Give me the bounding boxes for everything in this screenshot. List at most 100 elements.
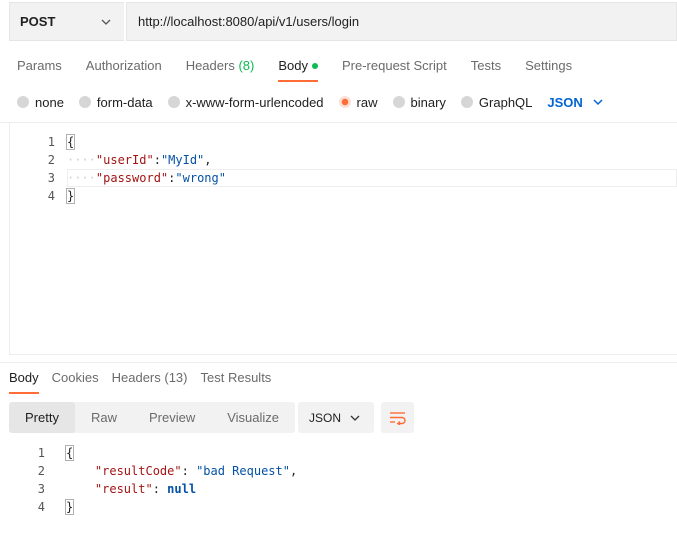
request-body-editor[interactable]: 1 2 3 4 { ····"userId":"MyId", ····"pass…	[9, 123, 677, 355]
close-brace: }	[64, 499, 75, 515]
radio-graphql[interactable]: GraphQL	[460, 93, 533, 111]
method-select[interactable]: POST	[9, 2, 124, 41]
colon: :	[181, 464, 197, 478]
json-key: "result"	[94, 482, 153, 496]
radio-circle-icon	[167, 96, 180, 108]
line-number: 2	[47, 153, 55, 167]
response-format-label: JSON	[309, 410, 342, 425]
url-text: http://localhost:8080/api/v1/users/login	[138, 14, 360, 29]
open-brace: {	[64, 445, 75, 461]
wrap-lines-button[interactable]	[381, 402, 414, 433]
code-line: }	[65, 187, 226, 205]
radio-label: raw	[356, 94, 378, 110]
indent-dots: ····	[67, 171, 96, 185]
colon: :	[153, 153, 161, 167]
radio-binary[interactable]: binary	[392, 93, 446, 111]
line-number: 3	[47, 171, 55, 185]
tab-tests[interactable]: Tests	[471, 56, 501, 82]
radio-none[interactable]: none	[17, 93, 64, 111]
chevron-down-icon	[593, 99, 603, 106]
radio-circle-icon	[460, 96, 473, 108]
body-language-select[interactable]: JSON	[547, 95, 603, 110]
json-value: "wrong"	[175, 171, 226, 185]
body-type-selector: none form-data x-www-form-urlencoded raw…	[17, 93, 604, 111]
radio-circle-icon	[17, 96, 29, 108]
radio-x-www-form-urlencoded[interactable]: x-www-form-urlencoded	[167, 93, 324, 111]
tab-label: Cookies	[51, 370, 99, 385]
line-number: 4	[37, 500, 45, 514]
json-key: "resultCode"	[94, 464, 182, 478]
radio-form-data[interactable]: form-data	[78, 93, 153, 111]
tab-label: Headers	[111, 370, 161, 385]
tab-headers[interactable]: Headers (8)	[186, 56, 255, 82]
view-visualize-button[interactable]: Visualize	[211, 402, 295, 433]
request-bar: POST http://localhost:8080/api/v1/users/…	[9, 2, 677, 41]
tab-settings[interactable]: Settings	[525, 56, 572, 82]
divider	[0, 362, 677, 363]
open-brace: {	[65, 134, 76, 150]
tab-label: Headers	[185, 58, 235, 73]
radio-label: none	[35, 94, 64, 110]
chevron-down-icon	[350, 415, 360, 421]
tab-label: Body	[278, 58, 308, 73]
json-value: "bad Request"	[196, 464, 290, 478]
response-tab-cookies[interactable]: Cookies	[52, 369, 99, 394]
line-number: 4	[47, 189, 55, 203]
tab-label: Test Results	[200, 370, 272, 385]
wrap-lines-icon	[389, 411, 406, 425]
indent-dots: ····	[67, 153, 96, 167]
line-number: 1	[47, 135, 55, 149]
json-key: "password"	[95, 171, 169, 185]
response-body[interactable]: { "resultCode": "bad Request", "result":…	[64, 444, 297, 516]
method-label: POST	[20, 14, 56, 29]
tab-body[interactable]: Body	[278, 56, 318, 82]
json-value: "MyId"	[160, 153, 205, 167]
response-tab-body[interactable]: Body	[9, 369, 39, 394]
code-line: ····"password":"wrong"	[67, 169, 226, 187]
response-headers-count: (13)	[164, 370, 188, 385]
code-line: {	[64, 444, 297, 462]
radio-circle-icon	[392, 96, 405, 108]
tab-label: Params	[17, 58, 62, 73]
code-line: ····"userId":"MyId",	[67, 151, 226, 169]
close-brace: }	[65, 188, 76, 204]
code-line: {	[65, 133, 226, 151]
radio-selected-icon	[338, 96, 351, 108]
modified-dot-icon	[311, 62, 318, 69]
response-line-gutter: 1 2 3 4	[9, 444, 45, 516]
response-format-select[interactable]: JSON	[298, 402, 374, 433]
radio-label: form-data	[96, 94, 153, 110]
url-input[interactable]: http://localhost:8080/api/v1/users/login	[126, 2, 677, 41]
tab-label: Authorization	[85, 58, 162, 73]
view-raw-button[interactable]: Raw	[75, 402, 133, 433]
code-line: "result": null	[66, 480, 297, 498]
view-mode-group: Pretty Raw Preview Visualize	[9, 402, 296, 433]
comma: ,	[289, 464, 298, 478]
view-pretty-button[interactable]: Pretty	[9, 402, 75, 433]
line-gutter: 1 2 3 4	[10, 133, 55, 205]
tab-label: Settings	[525, 58, 573, 73]
tab-pre-request-script[interactable]: Pre-request Script	[342, 56, 447, 82]
response-tab-test-results[interactable]: Test Results	[201, 369, 272, 394]
code-lines: { ····"userId":"MyId", ····"password":"w…	[65, 133, 226, 205]
request-tabs: Params Authorization Headers (8) Body Pr…	[17, 56, 596, 82]
line-number: 1	[37, 446, 45, 460]
code-line: }	[64, 498, 297, 516]
chevron-down-icon	[101, 19, 111, 25]
tab-authorization[interactable]: Authorization	[86, 56, 162, 82]
radio-label: binary	[410, 94, 446, 110]
line-number: 3	[37, 482, 45, 496]
tab-params[interactable]: Params	[17, 56, 62, 82]
colon: :	[152, 482, 168, 496]
radio-label: x-www-form-urlencoded	[185, 94, 324, 110]
response-tab-headers[interactable]: Headers (13)	[112, 369, 188, 394]
response-tabs: Body Cookies Headers (13) Test Results	[9, 369, 284, 394]
view-preview-button[interactable]: Preview	[133, 402, 211, 433]
radio-label: GraphQL	[478, 94, 533, 110]
body-language-label: JSON	[547, 94, 583, 110]
code-line: "resultCode": "bad Request",	[66, 462, 297, 480]
radio-raw[interactable]: raw	[338, 93, 378, 111]
tab-label: Pre-request Script	[341, 58, 447, 73]
radio-circle-icon	[78, 96, 91, 108]
json-value: null	[167, 482, 197, 496]
